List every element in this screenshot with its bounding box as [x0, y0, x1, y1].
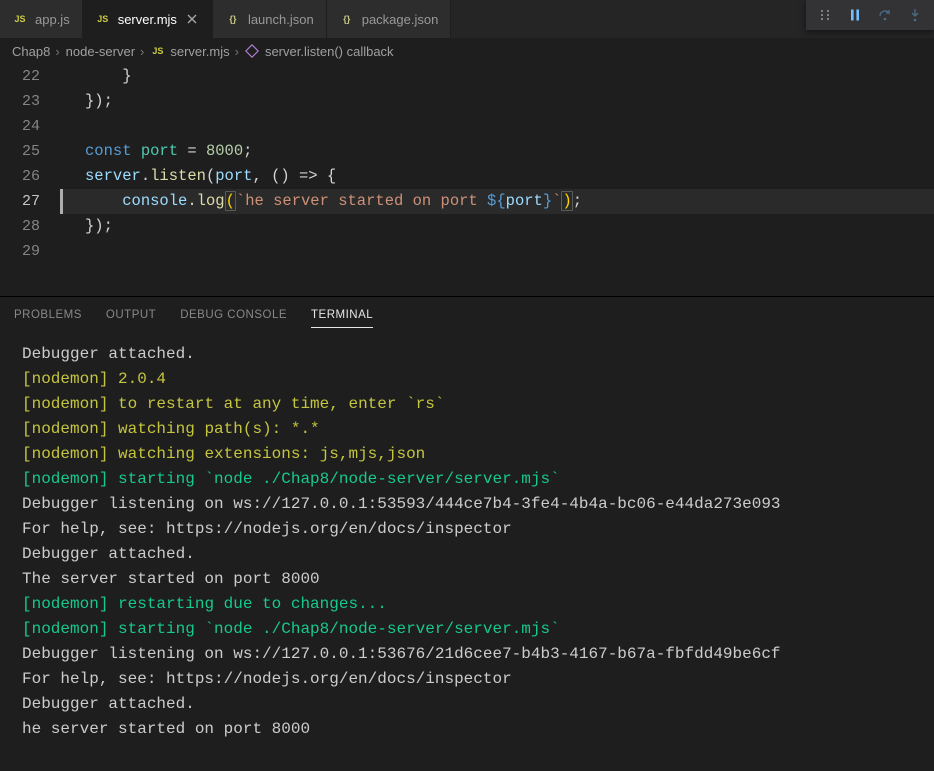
drag-handle-icon[interactable]	[810, 0, 840, 30]
step-into-button[interactable]	[900, 0, 930, 30]
line-number: 29	[0, 239, 40, 264]
line-number: 24	[0, 114, 40, 139]
terminal-line: Debugger listening on ws://127.0.0.1:536…	[22, 642, 912, 667]
terminal-line: [nodemon] restarting due to changes...	[22, 592, 912, 617]
chevron-right-icon: ›	[140, 44, 144, 59]
pause-button[interactable]	[840, 0, 870, 30]
terminal[interactable]: Debugger attached. [nodemon] 2.0.4 [node…	[0, 330, 934, 754]
code-line: });	[60, 89, 934, 114]
bottom-panel: PROBLEMS OUTPUT DEBUG CONSOLE TERMINAL D…	[0, 296, 934, 754]
line-number: 22	[0, 64, 40, 89]
breadcrumb-folder[interactable]: Chap8 ›	[12, 44, 60, 59]
panel-tabs: PROBLEMS OUTPUT DEBUG CONSOLE TERMINAL	[0, 297, 934, 330]
terminal-line: For help, see: https://nodejs.org/en/doc…	[22, 667, 912, 692]
terminal-line: [nodemon] 2.0.4	[22, 367, 912, 392]
breadcrumb-symbol[interactable]: server.listen() callback	[245, 44, 394, 59]
breadcrumb-label: server.listen() callback	[265, 44, 394, 59]
tab-problems[interactable]: PROBLEMS	[14, 305, 82, 328]
terminal-line: [nodemon] watching path(s): *.*	[22, 417, 912, 442]
terminal-line: Debugger attached.	[22, 542, 912, 567]
terminal-line: Debugger attached.	[22, 342, 912, 367]
tab-label: server.mjs	[118, 12, 177, 27]
code-line: console.log(`he server started on port $…	[60, 189, 934, 214]
code-line: }	[60, 64, 934, 89]
breadcrumb-label: node-server	[66, 44, 135, 59]
tab-appjs[interactable]: JS app.js	[0, 0, 83, 38]
terminal-line: he server started on port 8000	[22, 717, 912, 742]
breadcrumb-folder[interactable]: node-server ›	[66, 44, 145, 59]
close-icon[interactable]	[184, 11, 200, 27]
terminal-line: [nodemon] starting `node ./Chap8/node-se…	[22, 617, 912, 642]
terminal-line: Debugger attached.	[22, 692, 912, 717]
js-icon: JS	[95, 11, 111, 27]
line-gutter: 22 23 24 25 26 27 28 29	[0, 64, 60, 296]
code-line: });	[60, 214, 934, 239]
tab-debug-console[interactable]: DEBUG CONSOLE	[180, 305, 287, 328]
breadcrumb-label: Chap8	[12, 44, 50, 59]
tab-label: launch.json	[248, 12, 314, 27]
line-number: 28	[0, 214, 40, 239]
code-line: const port = 8000;	[60, 139, 934, 164]
method-icon	[245, 44, 260, 59]
tab-servermjs[interactable]: JS server.mjs	[83, 0, 213, 38]
terminal-line: [nodemon] to restart at any time, enter …	[22, 392, 912, 417]
code-line	[60, 239, 934, 264]
code-line	[60, 114, 934, 139]
terminal-line: The server started on port 8000	[22, 567, 912, 592]
json-icon: {}	[225, 11, 241, 27]
line-number: 25	[0, 139, 40, 164]
debug-toolbar	[806, 0, 934, 30]
editor-tabs: JS app.js JS server.mjs {} launch.json {…	[0, 0, 934, 38]
tab-label: app.js	[35, 12, 70, 27]
chevron-right-icon: ›	[235, 44, 239, 59]
js-icon: JS	[12, 11, 28, 27]
line-number: 23	[0, 89, 40, 114]
js-icon: JS	[150, 44, 165, 59]
terminal-line: For help, see: https://nodejs.org/en/doc…	[22, 517, 912, 542]
terminal-line: [nodemon] watching extensions: js,mjs,js…	[22, 442, 912, 467]
tab-label: package.json	[362, 12, 439, 27]
code-area[interactable]: } }); const port = 8000; server.listen(p…	[60, 64, 934, 296]
code-line: server.listen(port, () => {	[60, 164, 934, 189]
tab-packagejson[interactable]: {} package.json	[327, 0, 452, 38]
code-editor[interactable]: 22 23 24 25 26 27 28 29 } }); const port…	[0, 64, 934, 296]
line-number: 27	[0, 189, 40, 214]
terminal-line: Debugger listening on ws://127.0.0.1:535…	[22, 492, 912, 517]
breadcrumb-file[interactable]: JS server.mjs ›	[150, 44, 239, 59]
tab-launchjson[interactable]: {} launch.json	[213, 0, 327, 38]
cursor	[60, 189, 63, 214]
json-icon: {}	[339, 11, 355, 27]
step-over-button[interactable]	[870, 0, 900, 30]
terminal-line: [nodemon] starting `node ./Chap8/node-se…	[22, 467, 912, 492]
tab-terminal[interactable]: TERMINAL	[311, 305, 373, 328]
tab-output[interactable]: OUTPUT	[106, 305, 156, 328]
breadcrumb: Chap8 › node-server › JS server.mjs › serv…	[0, 38, 934, 64]
chevron-right-icon: ›	[55, 44, 59, 59]
line-number: 26	[0, 164, 40, 189]
breadcrumb-label: server.mjs	[170, 44, 229, 59]
